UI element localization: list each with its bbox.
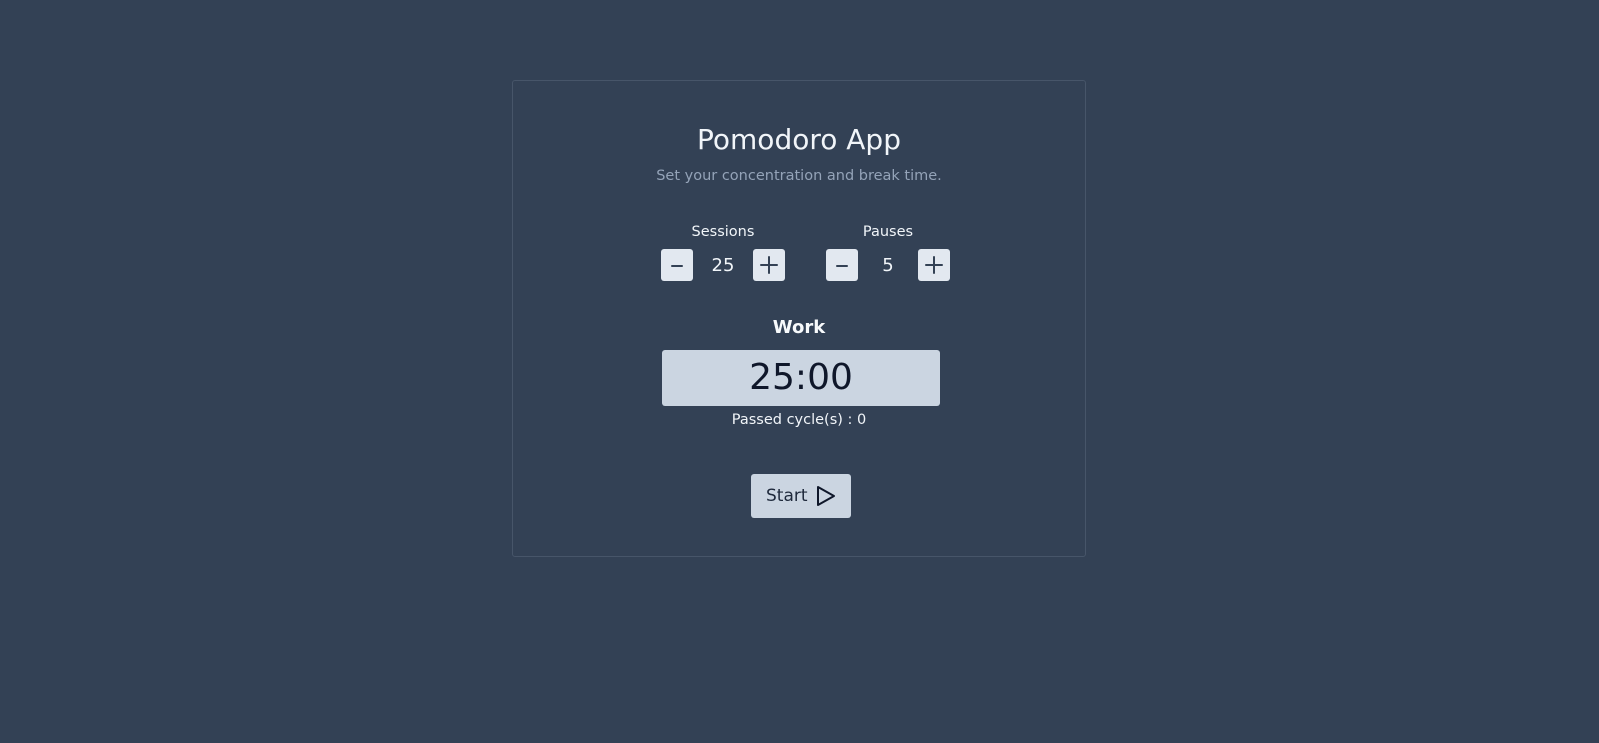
sessions-label: Sessions — [691, 224, 755, 240]
start-button-label: Start — [766, 486, 808, 506]
timer-mode-label: Work — [772, 317, 826, 338]
pauses-label: Pauses — [862, 224, 914, 240]
minus-icon — [836, 265, 848, 267]
play-icon — [817, 486, 835, 506]
sessions-decrement-button[interactable] — [661, 249, 693, 281]
start-button[interactable]: Start — [751, 474, 851, 518]
app-title: Pomodoro App — [697, 123, 901, 156]
pomodoro-card: Pomodoro App Set your concentration and … — [512, 80, 1086, 557]
passed-cycles-text: Passed cycle(s) : 0 — [731, 412, 867, 428]
pauses-increment-button[interactable] — [918, 249, 950, 281]
sessions-value: 25 — [711, 255, 735, 276]
plus-icon — [760, 256, 778, 274]
plus-icon — [925, 256, 943, 274]
pauses-value: 5 — [882, 255, 894, 276]
app-subtitle: Set your concentration and break time. — [656, 168, 942, 184]
pauses-decrement-button[interactable] — [826, 249, 858, 281]
minus-icon — [671, 265, 683, 267]
sessions-increment-button[interactable] — [753, 249, 785, 281]
timer-display: 25:00 — [662, 350, 940, 406]
